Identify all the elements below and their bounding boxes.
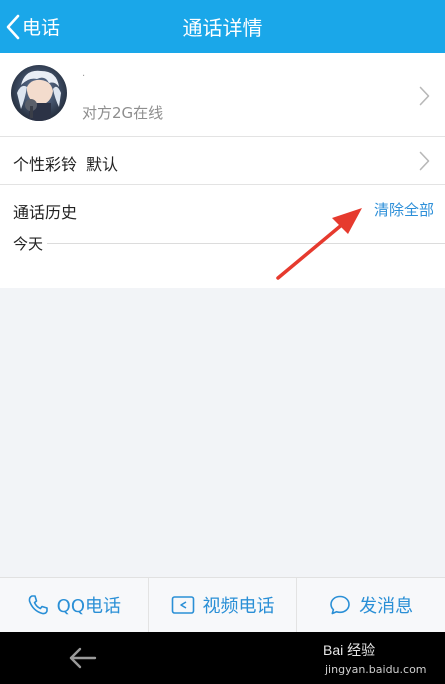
back-label: 电话 [22, 17, 61, 39]
page-title: 通话详情 [182, 16, 263, 40]
divider [13, 243, 445, 244]
chevron-right-icon [419, 86, 430, 106]
chevron-left-icon [6, 14, 20, 39]
contact-status: 对方2G在线 [82, 104, 164, 122]
contact-row[interactable]: · 对方2G在线 [0, 53, 445, 137]
video-call-button[interactable]: 视频电话 [149, 578, 298, 632]
detail-panel: · 对方2G在线 个性彩铃 默认 通话历史 清除全部 今天 [0, 53, 445, 288]
clear-all-button[interactable]: 清除全部 [374, 199, 434, 220]
avatar[interactable] [11, 65, 67, 121]
ringtone-row[interactable]: 个性彩铃 默认 [0, 137, 445, 185]
action-bar: QQ电话 视频电话 发消息 [0, 577, 445, 632]
contact-name: · [82, 71, 86, 82]
arrow-left-icon[interactable] [68, 646, 98, 670]
qq-call-label: QQ电话 [56, 596, 121, 617]
chevron-right-icon [419, 151, 430, 171]
qq-call-button[interactable]: QQ电话 [0, 578, 149, 632]
call-history-label: 通话历史 [13, 203, 78, 222]
watermark-sub: jingyan.baidu.com [325, 663, 427, 676]
send-message-button[interactable]: 发消息 [297, 578, 445, 632]
phone-icon [28, 595, 48, 615]
video-icon [171, 596, 194, 614]
send-message-label: 发消息 [359, 596, 414, 617]
system-nav-bar: Bai 经验 jingyan.baidu.com [0, 632, 445, 684]
video-call-label: 视频电话 [202, 596, 275, 617]
back-button[interactable]: 电话 [6, 0, 60, 53]
ringtone-label: 个性彩铃 [13, 155, 78, 174]
watermark: Bai 经验 jingyan.baidu.com [315, 634, 427, 682]
watermark-main: Bai 经验 [323, 642, 376, 658]
message-icon [330, 595, 350, 615]
ringtone-value: 默认 [86, 155, 119, 174]
title-bar: 电话 通话详情 [0, 0, 445, 53]
today-section: 今天 [0, 231, 445, 261]
today-label: 今天 [13, 233, 48, 254]
